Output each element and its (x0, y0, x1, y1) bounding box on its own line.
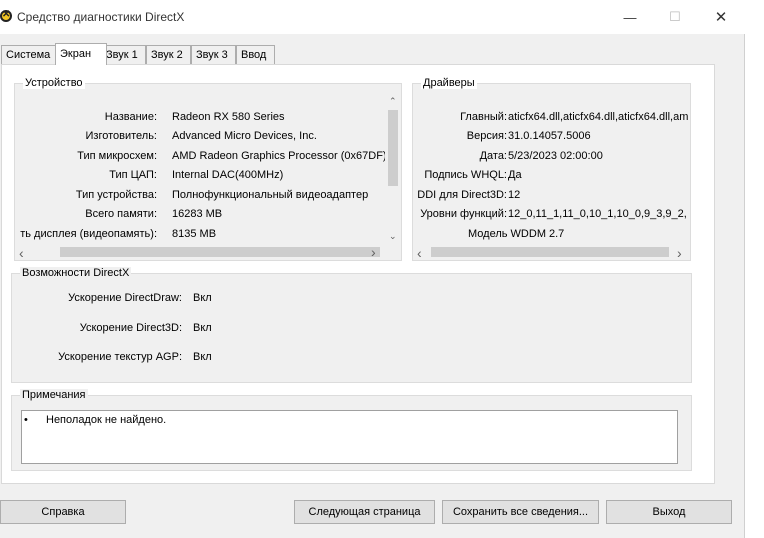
scroll-down-arrow-icon[interactable]: ⌄ (389, 231, 397, 242)
save-all-info-button[interactable]: Сохранить все сведения... (442, 500, 599, 524)
scroll-up-arrow-icon[interactable]: ⌃ (389, 96, 397, 107)
driver-wddm-label: Модель WDDM (468, 228, 546, 240)
tab-input[interactable]: Ввод (236, 45, 275, 64)
drivers-group: Драйверы Главный: aticfx64.dll,aticfx64.… (412, 77, 691, 261)
maximize-button[interactable]: ☐ (652, 4, 698, 30)
device-type-label: Тип устройства: (75, 189, 157, 201)
driver-main-label: Главный: (460, 111, 507, 123)
device-vertical-scroll-thumb[interactable] (388, 110, 398, 186)
tab-sound-1[interactable]: Звук 1 (101, 45, 146, 64)
driver-version-value: 31.0.14057.5006 (508, 130, 591, 142)
notes-bullet-icon: • (24, 414, 28, 426)
agp-texture-acceleration-label: Ускорение текстур AGP: (58, 351, 182, 363)
driver-ddi-value: 12 (508, 189, 521, 201)
device-display-memory-value: 8135 MB (172, 228, 217, 240)
directdraw-acceleration-label: Ускорение DirectDraw: (68, 292, 182, 304)
notes-title: Примечания (20, 389, 88, 401)
driver-ddi-label: DDI для Direct3D: (417, 189, 507, 201)
device-display-memory-label: ть дисплея (видеопамять): (20, 228, 157, 240)
agp-texture-acceleration-value: Вкл (193, 351, 212, 363)
display-tab-panel: Устройство Название: Radeon RX 580 Serie… (1, 64, 715, 484)
direct3d-acceleration-value: Вкл (193, 322, 212, 334)
exit-button[interactable]: Выход (606, 500, 732, 524)
next-page-button[interactable]: Следующая страница (294, 500, 435, 524)
directx-features-title: Возможности DirectX (20, 267, 132, 279)
device-total-memory-value: 16283 MB (172, 208, 223, 220)
driver-feature-levels-value: 12_0,11_1,11_0,10_1,10_0,9_3,9_2, (508, 208, 687, 220)
drivers-horizontal-scrollbar[interactable]: ‹ › (413, 244, 690, 261)
device-vertical-scrollbar[interactable]: ⌃ ⌄ (385, 94, 401, 244)
close-button[interactable]: ✕ (698, 4, 744, 30)
scroll-left-arrow-icon[interactable]: ‹ (19, 245, 24, 261)
device-list: Название: Radeon RX 580 Series Изготовит… (15, 84, 385, 244)
tab-system[interactable]: Система (1, 45, 58, 64)
drivers-scroll-right-arrow-icon[interactable]: › (677, 245, 682, 261)
direct3d-acceleration-label: Ускорение Direct3D: (79, 322, 182, 334)
device-name-value: Radeon RX 580 Series (172, 111, 285, 123)
directx-app-icon (0, 9, 12, 22)
device-total-memory-label: Всего памяти: (85, 208, 157, 220)
window-title: Средство диагностики DirectX (17, 10, 185, 24)
driver-version-label: Версия: (466, 130, 507, 142)
driver-main-value: aticfx64.dll,aticfx64.dll,aticfx64.dll,a… (508, 111, 689, 123)
device-horizontal-scrollbar[interactable]: ‹ (15, 244, 385, 261)
directx-features-group: Возможности DirectX Ускорение DirectDraw… (11, 267, 692, 383)
device-chip-type-value: AMD Radeon Graphics Processor (0x67DF) (172, 150, 385, 162)
window-right-edge (744, 34, 764, 538)
drivers-scroll-left-arrow-icon[interactable]: ‹ (417, 245, 422, 261)
driver-whql-label: Подпись WHQL: (424, 169, 507, 181)
device-name-label: Название: (104, 111, 157, 123)
tab-sound-3[interactable]: Звук 3 (191, 45, 236, 64)
device-horizontal-scroll-thumb[interactable] (60, 247, 380, 257)
device-chip-type-label: Тип микросхем: (77, 150, 157, 162)
device-dac-type-label: Тип ЦАП: (109, 169, 157, 181)
driver-feature-levels-label: Уровни функций: (420, 208, 507, 220)
drivers-horizontal-scroll-thumb[interactable] (431, 247, 669, 257)
minimize-button[interactable]: — (607, 4, 653, 30)
device-group: Устройство Название: Radeon RX 580 Serie… (14, 77, 402, 261)
drivers-list: Главный: aticfx64.dll,aticfx64.dll,aticf… (413, 84, 690, 244)
device-manufacturer-label: Изготовитель: (85, 130, 158, 142)
driver-wddm-value: 2.7 (549, 228, 565, 240)
device-dac-type-value: Internal DAC(400MHz) (172, 169, 284, 181)
driver-date-label: Дата: (479, 150, 507, 162)
driver-date-value: 5/23/2023 02:00:00 (508, 150, 603, 162)
tab-sound-2[interactable]: Звук 2 (146, 45, 191, 64)
help-button[interactable]: Справка (0, 500, 126, 524)
device-manufacturer-value: Advanced Micro Devices, Inc. (172, 130, 317, 142)
driver-whql-value: Да (508, 169, 522, 181)
scroll-right-arrow-icon[interactable]: › (371, 244, 376, 260)
device-type-value: Полнофункциональный видеоадаптер (172, 189, 369, 201)
notes-group: Примечания • Неполадок не найдено. (11, 389, 692, 471)
notes-item: Неполадок не найдено. (46, 414, 167, 426)
notes-text-box[interactable]: • Неполадок не найдено. (21, 410, 678, 464)
title-bar: Средство диагностики DirectX — ☐ ✕ (0, 0, 764, 34)
directdraw-acceleration-value: Вкл (193, 292, 212, 304)
tab-display[interactable]: Экран (55, 43, 107, 65)
